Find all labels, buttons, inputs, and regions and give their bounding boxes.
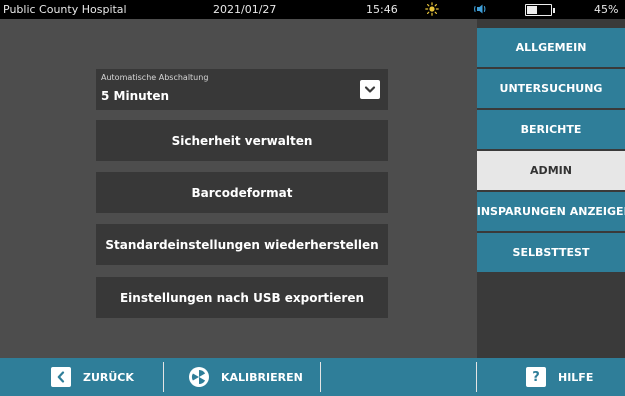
toolbar-divider bbox=[163, 362, 164, 392]
auto-shutdown-value: 5 Minuten bbox=[101, 89, 170, 103]
calibrate-label: KALIBRIEREN bbox=[221, 370, 303, 384]
auto-shutdown-label: Automatische Abschaltung bbox=[101, 73, 209, 82]
battery-icon bbox=[525, 4, 555, 16]
battery-percent: 45% bbox=[594, 3, 619, 16]
status-time: 15:46 bbox=[366, 3, 398, 16]
sidebar-item-einsparungen[interactable]: EINSPARUNGEN ANZEIGEN bbox=[477, 192, 625, 231]
toolbar-divider bbox=[476, 362, 477, 392]
back-label: ZURÜCK bbox=[83, 370, 134, 384]
export-usb-button[interactable]: Einstellungen nach USB exportieren bbox=[96, 277, 388, 318]
brightness-icon bbox=[425, 2, 439, 19]
toolbar-divider bbox=[320, 362, 321, 392]
sidebar-item-untersuchung[interactable]: UNTERSUCHUNG bbox=[477, 69, 625, 108]
bottom-toolbar: ZURÜCK KALIBRIEREN ? HILFE bbox=[0, 358, 625, 396]
sidebar-item-admin[interactable]: ADMIN bbox=[477, 151, 625, 190]
status-date: 2021/01/27 bbox=[213, 3, 277, 16]
manage-security-button[interactable]: Sicherheit verwalten bbox=[96, 120, 388, 161]
settings-sidebar: ALLGEMEIN UNTERSUCHUNG BERICHTE ADMIN EI… bbox=[477, 19, 625, 358]
help-button[interactable]: ? HILFE bbox=[526, 358, 593, 396]
sidebar-item-berichte[interactable]: BERICHTE bbox=[477, 110, 625, 149]
volume-icon bbox=[472, 1, 488, 20]
status-bar: Public County Hospital 2021/01/27 15:46 … bbox=[0, 0, 625, 19]
hospital-name: Public County Hospital bbox=[3, 3, 127, 16]
sidebar-item-allgemein[interactable]: ALLGEMEIN bbox=[477, 28, 625, 67]
chevron-left-icon bbox=[51, 367, 71, 387]
calibrate-button[interactable]: KALIBRIEREN bbox=[189, 358, 303, 396]
admin-settings-panel: Automatische Abschaltung 5 Minuten Siche… bbox=[0, 19, 477, 358]
barcode-format-button[interactable]: Barcodeformat bbox=[96, 172, 388, 213]
restore-defaults-button[interactable]: Standardeinstellungen wiederherstellen bbox=[96, 224, 388, 265]
auto-shutdown-select[interactable]: Automatische Abschaltung 5 Minuten bbox=[96, 69, 388, 110]
chevron-down-icon[interactable] bbox=[360, 80, 380, 99]
back-button[interactable]: ZURÜCK bbox=[51, 358, 134, 396]
calibrate-icon bbox=[189, 367, 209, 387]
sidebar-item-selbsttest[interactable]: SELBSTTEST bbox=[477, 233, 625, 272]
help-label: HILFE bbox=[558, 370, 594, 384]
question-icon: ? bbox=[526, 367, 546, 387]
